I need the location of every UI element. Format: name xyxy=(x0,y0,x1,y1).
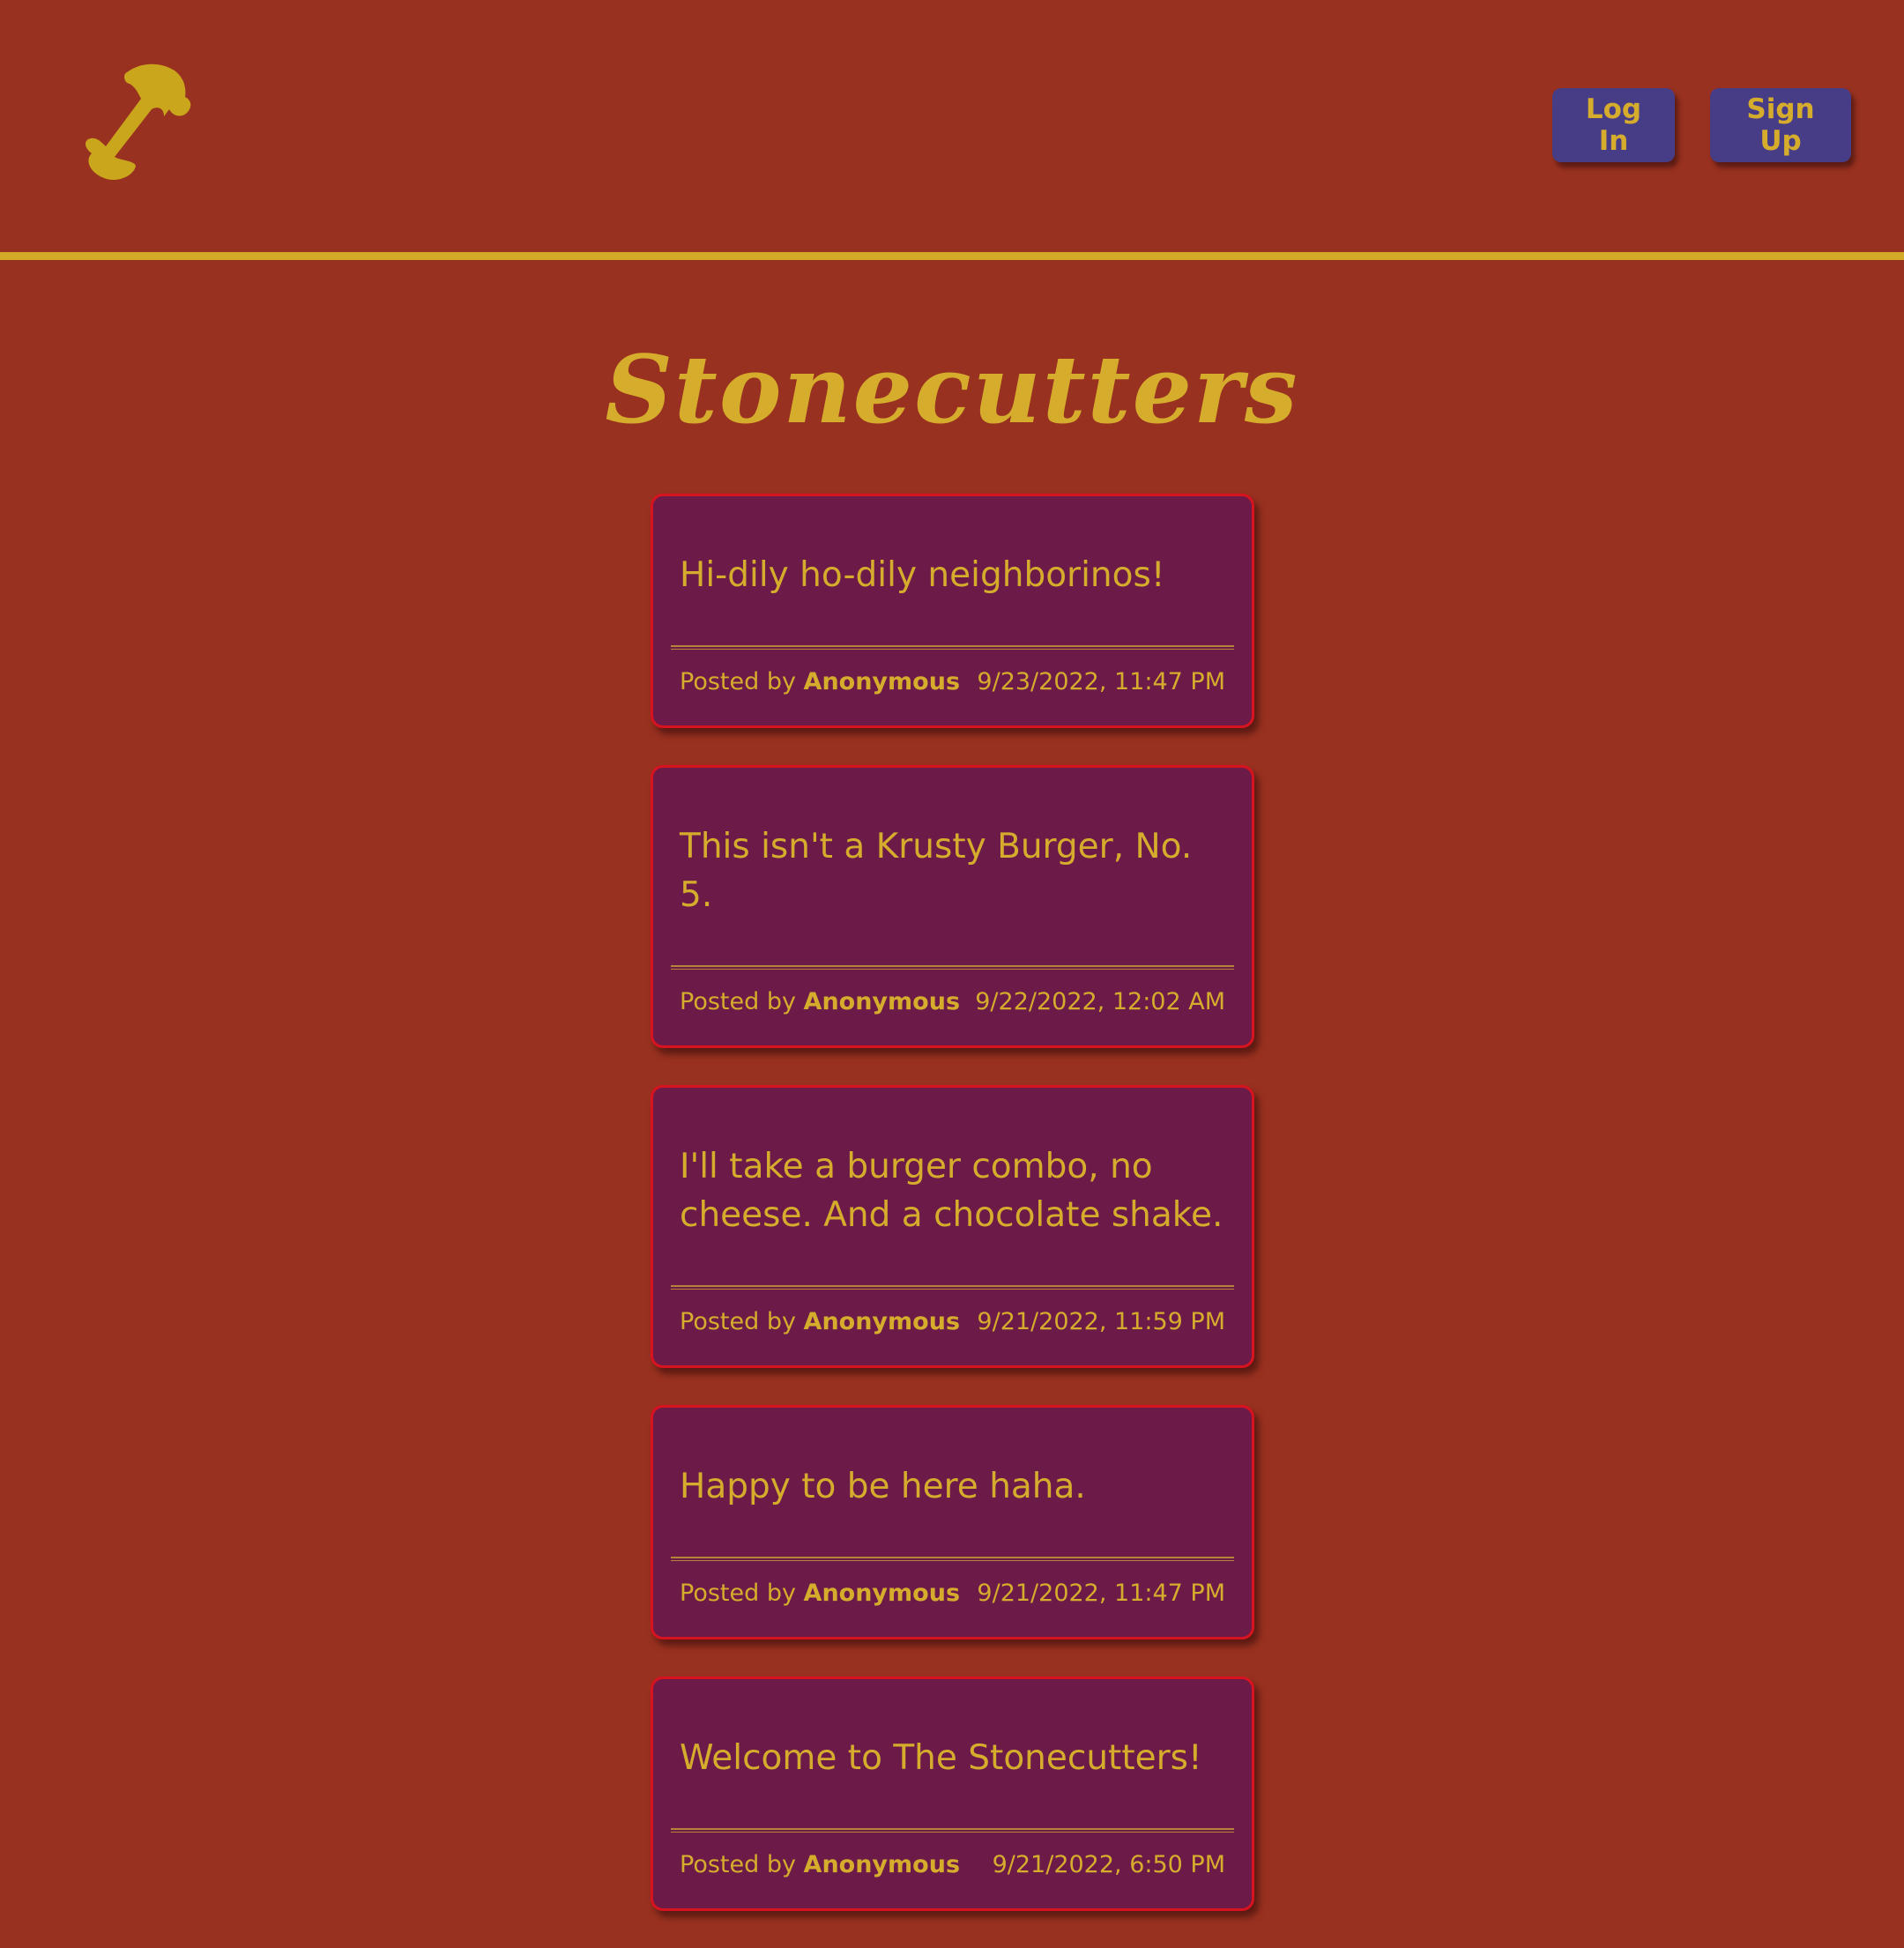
post-byline: Posted by Anonymous xyxy=(680,1848,960,1882)
post-footer: Posted by Anonymous 9/23/2022, 11:47 PM xyxy=(653,650,1252,725)
post-message: Welcome to The Stonecutters! xyxy=(680,1738,1202,1778)
post-card: Welcome to The Stonecutters! Posted by A… xyxy=(651,1677,1254,1911)
posted-by-label: Posted by xyxy=(680,988,796,1015)
posted-by-label: Posted by xyxy=(680,1580,796,1607)
hammer-icon xyxy=(86,63,191,181)
post-author: Anonymous xyxy=(803,1308,961,1335)
post-card: Happy to be here haha. Posted by Anonymo… xyxy=(651,1405,1254,1639)
post-footer: Posted by Anonymous 9/22/2022, 12:02 AM xyxy=(653,970,1252,1045)
post-card: Hi-dily ho-dily neighborinos! Posted by … xyxy=(651,494,1254,728)
post-author: Anonymous xyxy=(803,988,961,1015)
post-footer: Posted by Anonymous 9/21/2022, 6:50 PM xyxy=(653,1833,1252,1908)
post-byline: Posted by Anonymous xyxy=(680,1577,960,1610)
post-byline: Posted by Anonymous xyxy=(680,1305,960,1339)
post-timestamp: 9/23/2022, 11:47 PM xyxy=(977,668,1225,695)
post-message: Hi-dily ho-dily neighborinos! xyxy=(680,555,1165,595)
post-byline: Posted by Anonymous xyxy=(680,985,960,1019)
post-card: I'll take a burger combo, no cheese. And… xyxy=(651,1085,1254,1368)
post-author: Anonymous xyxy=(803,1851,961,1878)
post-timestamp: 9/21/2022, 11:59 PM xyxy=(977,1308,1225,1335)
site-header: Log In Sign Up xyxy=(0,0,1904,260)
post-message: Happy to be here haha. xyxy=(680,1467,1086,1506)
post-message: This isn't a Krusty Burger, No. 5. xyxy=(680,827,1193,915)
posted-by-label: Posted by xyxy=(680,1851,796,1878)
post-footer: Posted by Anonymous 9/21/2022, 11:47 PM xyxy=(653,1561,1252,1637)
post-author: Anonymous xyxy=(803,668,961,695)
home-logo-link[interactable] xyxy=(53,55,194,187)
post-timestamp: 9/21/2022, 6:50 PM xyxy=(992,1851,1225,1878)
signup-button[interactable]: Sign Up xyxy=(1710,88,1851,162)
posted-by-label: Posted by xyxy=(680,1308,796,1335)
post-byline: Posted by Anonymous xyxy=(680,665,960,699)
posted-by-label: Posted by xyxy=(680,668,796,695)
post-timestamp: 9/22/2022, 12:02 AM xyxy=(975,988,1225,1015)
post-author: Anonymous xyxy=(803,1580,961,1607)
post-footer: Posted by Anonymous 9/21/2022, 11:59 PM xyxy=(653,1290,1252,1365)
page-title: Stonecutters xyxy=(605,334,1299,444)
login-button[interactable]: Log In xyxy=(1552,88,1675,162)
post-message: I'll take a burger combo, no cheese. And… xyxy=(680,1147,1223,1235)
post-timestamp: 9/21/2022, 11:47 PM xyxy=(977,1580,1225,1607)
post-card: This isn't a Krusty Burger, No. 5. Poste… xyxy=(651,765,1254,1048)
post-list: Hi-dily ho-dily neighborinos! Posted by … xyxy=(651,494,1254,1948)
